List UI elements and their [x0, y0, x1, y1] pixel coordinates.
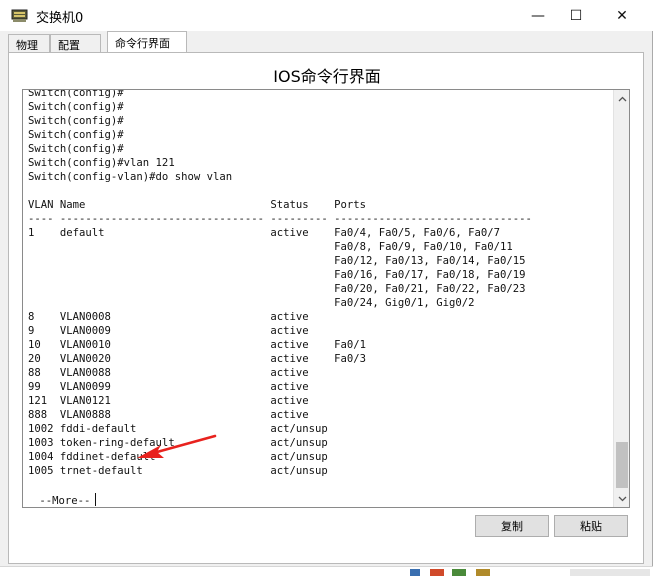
chevron-down-icon: [618, 496, 627, 501]
terminal-line: 1003 token-ring-default act/unsup: [28, 437, 335, 449]
terminal-line: Switch(config)#: [28, 129, 124, 141]
taskbar-item: [430, 569, 444, 576]
terminal-line: 9 VLAN0009 active: [28, 325, 335, 337]
tab-config[interactable]: 配置: [50, 34, 101, 53]
taskbar-item: [410, 569, 420, 576]
maximize-button[interactable]: ☐: [553, 0, 599, 31]
cli-panel: IOS命令行界面 Switch(config)# Switch(config)# S…: [8, 52, 644, 564]
switch-window: 交换机0 — ☐ ✕ 物理 配置 命令行界面 IOS命令行界面 Switch(c…: [0, 0, 653, 576]
paste-button[interactable]: 粘贴: [554, 515, 628, 537]
more-prompt: --More--: [33, 493, 97, 507]
close-icon: ✕: [616, 7, 628, 24]
terminal-line: 20 VLAN0020 active Fa0/3: [28, 353, 367, 365]
taskbar-strip: [0, 566, 653, 576]
terminal-line: 1005 trnet-default act/unsup: [28, 465, 335, 477]
terminal-line: 8 VLAN0008 active: [28, 311, 335, 323]
terminal-line: Fa0/12, Fa0/13, Fa0/14, Fa0/15: [28, 255, 526, 267]
annotation-arrow-icon: [137, 434, 217, 458]
terminal-line: Fa0/8, Fa0/9, Fa0/10, Fa0/11: [28, 241, 513, 253]
terminal-line: 10 VLAN0010 active Fa0/1: [28, 339, 367, 351]
terminal-line: Fa0/16, Fa0/17, Fa0/18, Fa0/19: [28, 269, 526, 281]
terminal-line: Switch(config)#: [28, 89, 124, 99]
terminal-line: 88 VLAN0088 active: [28, 367, 335, 379]
taskbar-item: [476, 569, 490, 576]
terminal-line: Switch(config-vlan)#do show vlan: [28, 171, 233, 183]
title-bar: 交换机0 — ☐ ✕: [0, 0, 653, 31]
scroll-down-button[interactable]: [614, 490, 629, 507]
tab-physical[interactable]: 物理: [8, 34, 50, 53]
terminal-line: 121 VLAN0121 active: [28, 395, 335, 407]
more-prompt-text: --More--: [33, 495, 91, 507]
window-title: 交换机0: [36, 11, 84, 26]
scroll-thumb[interactable]: [616, 442, 628, 488]
terminal-line: Switch(config)#: [28, 115, 124, 127]
panel-title: IOS命令行界面: [273, 67, 381, 86]
close-button[interactable]: ✕: [599, 0, 645, 31]
scroll-up-button[interactable]: [614, 90, 629, 107]
cli-terminal[interactable]: Switch(config)# Switch(config)# Switch(con…: [22, 89, 630, 508]
terminal-line: 1 default active Fa0/4, Fa0/5, Fa0/6, Fa…: [28, 227, 500, 239]
text-cursor: [95, 493, 97, 506]
terminal-scrollbar[interactable]: [613, 90, 629, 507]
terminal-line: Fa0/20, Fa0/21, Fa0/22, Fa0/23: [28, 283, 526, 295]
tab-cli[interactable]: 命令行界面: [107, 31, 187, 53]
terminal-line: 1004 fddinet-default act/unsup: [28, 451, 335, 463]
terminal-line: 888 VLAN0888 active: [28, 409, 335, 421]
taskbar-item: [452, 569, 466, 576]
terminal-line: 1002 fddi-default act/unsup: [28, 423, 335, 435]
taskbar-item: [570, 569, 650, 576]
terminal-line: ---- -------------------------------- --…: [28, 213, 532, 225]
maximize-icon: ☐: [569, 7, 583, 24]
terminal-output: Switch(config)# Switch(config)# Switch(con…: [28, 89, 613, 478]
terminal-line: VLAN Name Status Ports: [28, 199, 367, 211]
chevron-up-icon: [618, 96, 627, 101]
terminal-line: 99 VLAN0099 active: [28, 381, 335, 393]
terminal-line: Fa0/24, Gig0/1, Gig0/2: [28, 297, 475, 309]
terminal-line: Switch(config)#: [28, 101, 124, 113]
minimize-icon: —: [531, 7, 545, 24]
tab-bar: 物理 配置 命令行界面: [6, 31, 646, 53]
terminal-line: Switch(config)#: [28, 143, 124, 155]
terminal-line: Switch(config)#vlan 121: [28, 157, 175, 169]
copy-button[interactable]: 复制: [475, 515, 549, 537]
switch-icon: [11, 9, 28, 22]
